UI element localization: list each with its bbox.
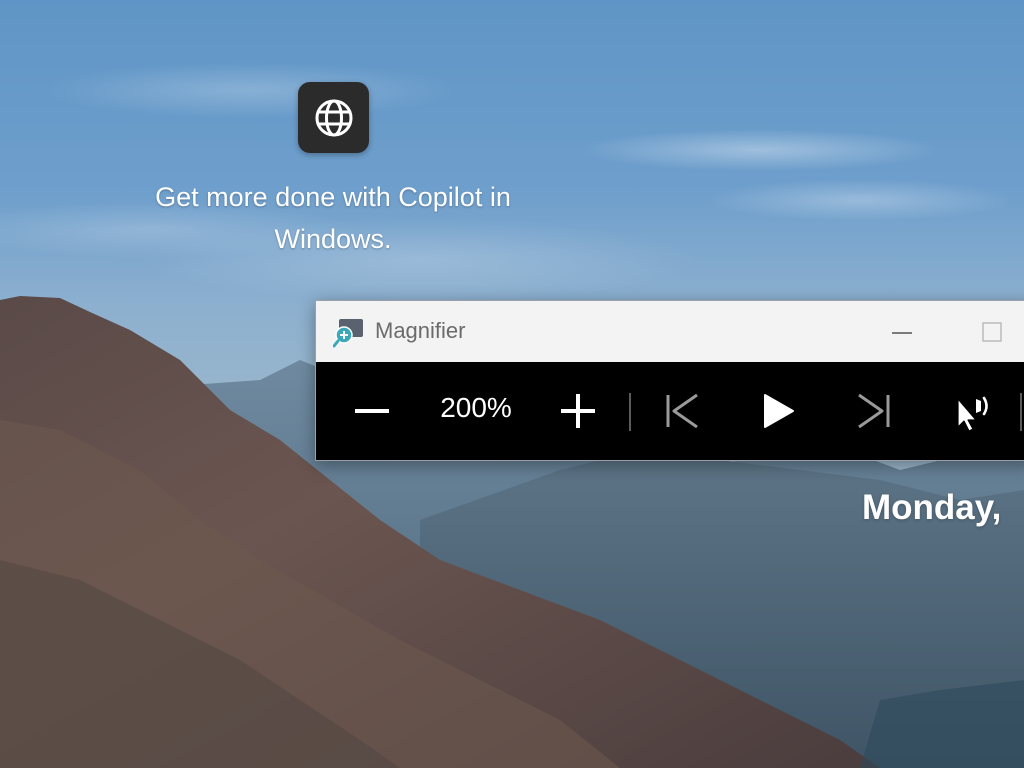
- magnifier-app-icon: [333, 319, 363, 348]
- copilot-app-icon[interactable]: [298, 82, 369, 153]
- minimize-button[interactable]: [882, 319, 922, 345]
- globe-icon: [315, 99, 352, 136]
- previous-button[interactable]: [660, 389, 704, 433]
- read-from-here-button[interactable]: [950, 389, 994, 433]
- zoom-in-button[interactable]: [556, 389, 600, 433]
- minimize-icon: [892, 332, 912, 334]
- next-button[interactable]: [852, 389, 896, 433]
- toolbar-separator-2: [1020, 393, 1022, 431]
- desktop-background: Get more done with Copilot in Windows. M…: [0, 0, 1024, 768]
- skip-previous-icon: [666, 393, 698, 429]
- zoom-level: 200%: [440, 392, 512, 423]
- play-button[interactable]: [756, 389, 800, 433]
- plus-icon: [561, 394, 595, 428]
- play-icon: [764, 394, 794, 428]
- maximize-button[interactable]: [972, 319, 1012, 345]
- copilot-promo-text: Get more done with Copilot in Windows.: [155, 182, 511, 254]
- maximize-icon: [982, 322, 1002, 342]
- window-title: Magnifier: [375, 318, 466, 343]
- lock-date: Monday,: [862, 488, 1002, 527]
- zoom-out-button[interactable]: [350, 389, 394, 433]
- read-from-here-icon: [957, 396, 988, 432]
- magnifier-window: Magnifier 200%: [315, 300, 1024, 461]
- minus-icon: [355, 409, 389, 413]
- magnifier-toolbar: 200%: [316, 362, 1024, 460]
- skip-next-icon: [858, 393, 890, 429]
- toolbar-separator: [629, 393, 631, 431]
- magnifier-titlebar[interactable]: Magnifier: [316, 301, 1024, 362]
